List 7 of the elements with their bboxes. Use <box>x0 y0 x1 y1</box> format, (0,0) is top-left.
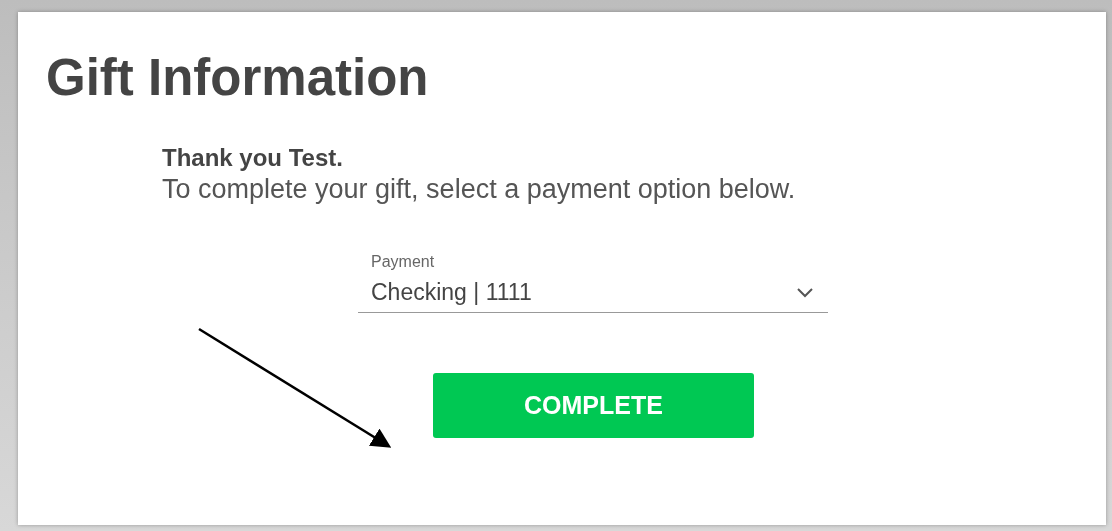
instruction-text: To complete your gift, select a payment option below. <box>162 173 796 205</box>
chevron-down-icon <box>796 287 814 298</box>
field-label: Payment <box>371 253 435 271</box>
page-title: Gift Information <box>46 52 429 103</box>
select-value: Checking | 1111 <box>371 279 532 306</box>
payment-select[interactable]: Payment Checking | 1111 <box>358 253 828 313</box>
greeting-text: Thank you Test. <box>162 143 343 173</box>
